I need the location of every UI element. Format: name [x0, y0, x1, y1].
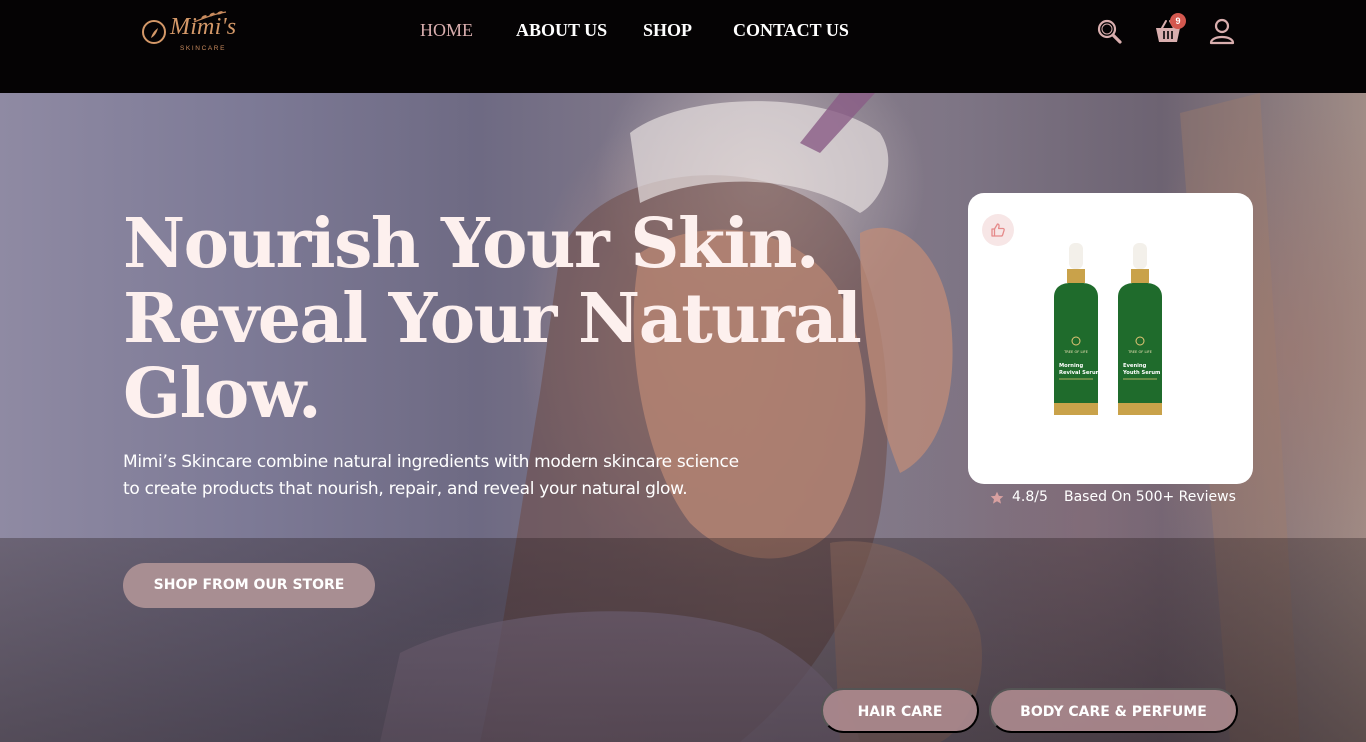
site-header: Mimi's SKINCARE HOME ABOUT US SHOP CONTA… — [0, 0, 1366, 93]
hero-section: Nourish Your Skin. Reveal Your Natural G… — [0, 93, 1366, 742]
bottle-2-name-2: Youth Serum — [1122, 370, 1160, 376]
headline-line-1: Nourish Your Skin. — [123, 204, 820, 284]
like-button[interactable] — [982, 214, 1014, 246]
nav-shop[interactable]: SHOP — [643, 20, 692, 41]
bottle-1-brand: TREE OF LIFE — [1063, 350, 1089, 354]
headline-line-3: Glow. — [123, 354, 322, 434]
user-icon — [1209, 18, 1235, 45]
search-icon — [1097, 19, 1122, 44]
brand-logo[interactable]: Mimi's SKINCARE — [140, 10, 260, 56]
bottle-1-name-1: Morning — [1059, 363, 1083, 369]
bottle-2-name-1: Evening — [1123, 363, 1147, 369]
category-body-care-perfume[interactable]: BODY CARE & PERFUME — [989, 688, 1238, 733]
rating-score: 4.8/5 — [1012, 489, 1048, 505]
nav-contact-us[interactable]: CONTACT US — [733, 20, 849, 41]
featured-product-card[interactable]: TREE OF LIFE Morning Revival Serum TREE … — [968, 193, 1253, 484]
star-icon — [990, 491, 1004, 504]
logo-face-icon — [142, 20, 166, 44]
shop-store-button[interactable]: SHOP FROM OUR STORE — [123, 563, 375, 608]
account-button[interactable] — [1206, 16, 1238, 48]
search-button[interactable] — [1094, 16, 1126, 48]
rating-reviews: Based On 500+ Reviews — [1064, 489, 1236, 505]
category-hair-care[interactable]: HAIR CARE — [821, 688, 979, 733]
bottle-1-name-2: Revival Serum — [1059, 370, 1101, 376]
hero-headline: Nourish Your Skin. Reveal Your Natural G… — [123, 204, 862, 434]
brand-tagline: SKINCARE — [180, 45, 227, 52]
headline-line-2: Reveal Your Natural — [123, 279, 862, 359]
serum-bottles-image: TREE OF LIFE Morning Revival Serum TREE … — [1054, 243, 1162, 415]
hero-description: Mimi’s Skincare combine natural ingredie… — [123, 452, 739, 499]
nav-home[interactable]: HOME — [420, 20, 473, 41]
brand-name: Mimi's — [170, 14, 237, 40]
bottle-2-brand: TREE OF LIFE — [1127, 350, 1153, 354]
cart-count-badge: 9 — [1170, 13, 1186, 29]
thumbs-up-icon — [991, 223, 1005, 237]
nav-about-us[interactable]: ABOUT US — [516, 20, 607, 41]
